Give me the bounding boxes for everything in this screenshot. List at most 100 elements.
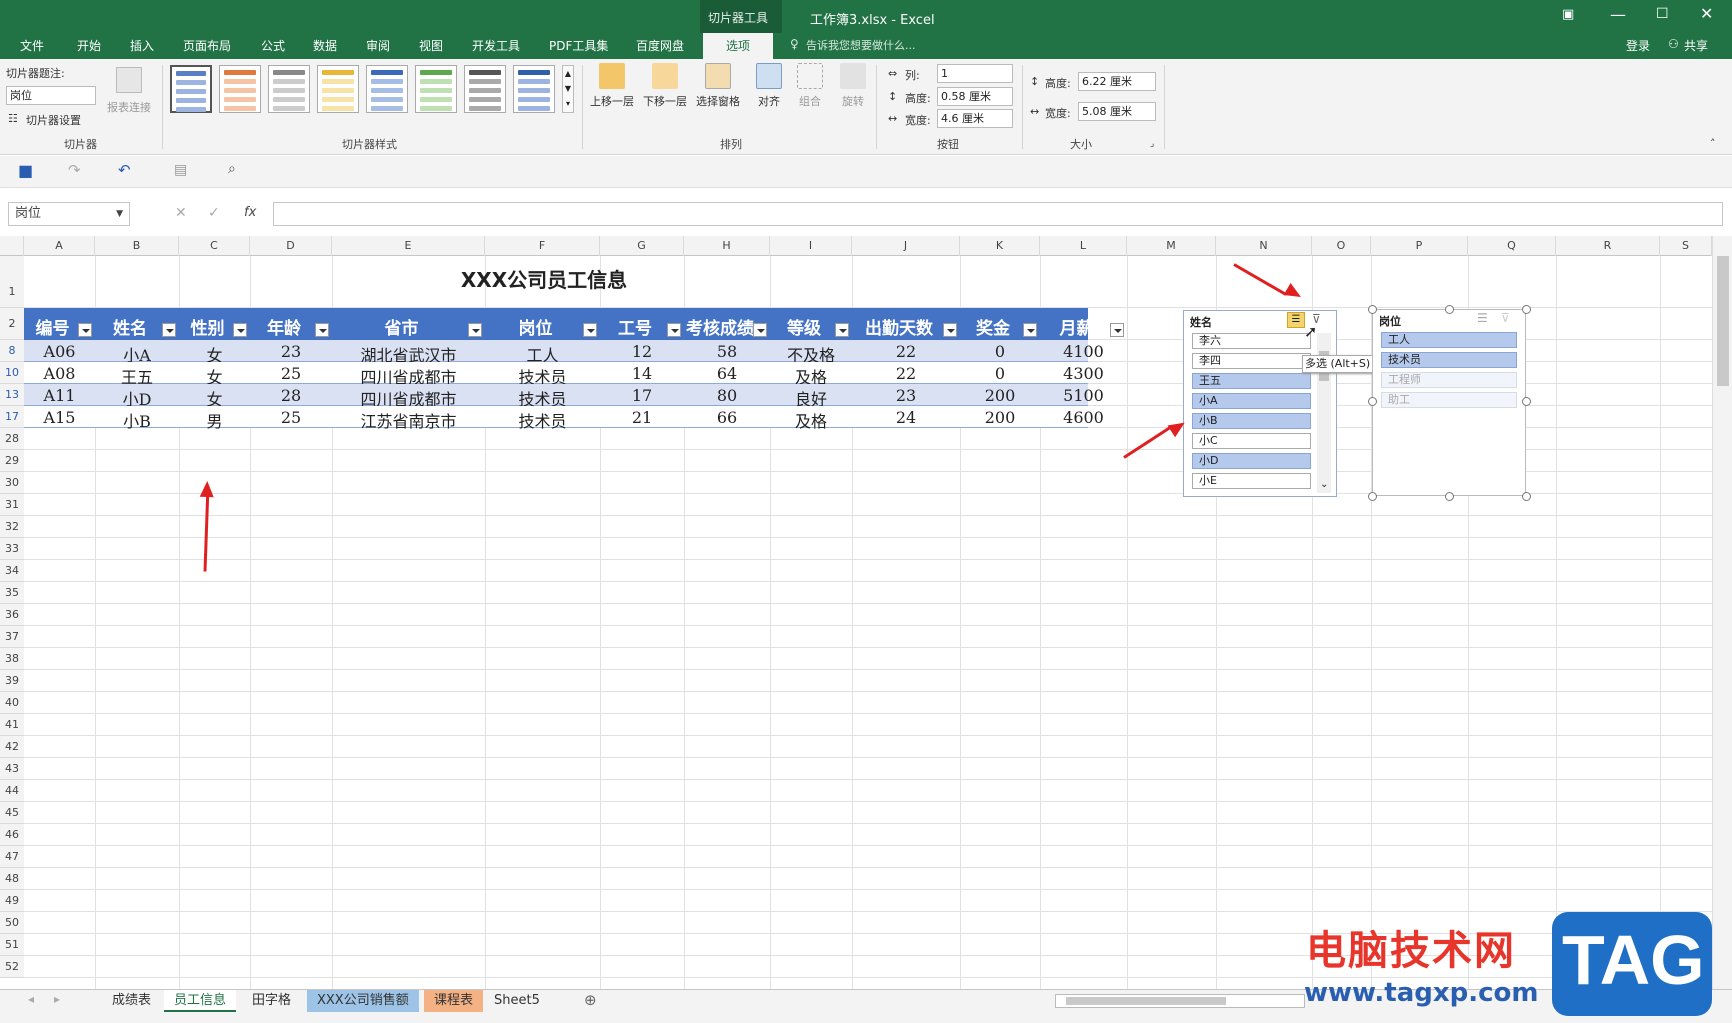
slicer-style-1[interactable]	[170, 65, 212, 113]
save-icon[interactable]: ■	[18, 161, 33, 180]
table-cell[interactable]: 12	[600, 342, 684, 361]
tab-pdf-tools[interactable]: PDF工具集	[549, 37, 608, 54]
prev-sheet-icon[interactable]: ◂	[28, 992, 34, 1006]
slicer_post-item[interactable]: 工人	[1381, 332, 1517, 348]
table-cell[interactable]: 200	[960, 408, 1040, 427]
slicer-style-4[interactable]	[317, 65, 359, 113]
table-cell[interactable]: 4300	[1040, 364, 1127, 383]
insert-function-icon[interactable]: fx	[244, 205, 256, 220]
filter-dropdown-icon[interactable]	[468, 323, 482, 337]
selection-pane-button[interactable]: 选择窗格	[696, 63, 740, 109]
row-header-13[interactable]: 13	[0, 384, 24, 406]
table-cell[interactable]: 28	[250, 386, 332, 405]
slicer_post-item[interactable]: 助工	[1381, 392, 1517, 408]
next-sheet-icon[interactable]: ▸	[54, 992, 60, 1006]
slicer-style-8[interactable]	[513, 65, 555, 113]
report-connections-button[interactable]: 报表连接	[107, 99, 151, 115]
column-header-d[interactable]: D	[250, 236, 332, 256]
row-header-45[interactable]: 45	[0, 802, 24, 824]
name-box[interactable]: 岗位 ▼	[8, 202, 130, 226]
send-backward-button[interactable]: 下移一层	[643, 63, 687, 109]
row-header-37[interactable]: 37	[0, 626, 24, 648]
resize-handle-n[interactable]	[1445, 305, 1454, 314]
tab-data[interactable]: 数据	[313, 37, 337, 54]
resize-handle-se[interactable]	[1522, 492, 1531, 501]
resize-handle-w[interactable]	[1368, 397, 1377, 406]
column-header-h[interactable]: H	[684, 236, 770, 256]
row-header-52[interactable]: 52	[0, 956, 24, 978]
column-header-p[interactable]: P	[1371, 236, 1468, 256]
table-cell[interactable]: 25	[250, 408, 332, 427]
table-cell[interactable]: 17	[600, 386, 684, 405]
row-header-48[interactable]: 48	[0, 868, 24, 890]
column-header-r[interactable]: R	[1556, 236, 1660, 256]
slicer-post[interactable]: 岗位 ☰ ⊽ 工人 技术员 工程师 助工	[1372, 309, 1526, 496]
multi-select-icon-post[interactable]: ☰	[1477, 311, 1488, 325]
table-cell[interactable]: 80	[684, 386, 770, 405]
table-cell[interactable]: 江苏省南京市	[332, 408, 485, 432]
columns-input[interactable]: 1	[937, 64, 1013, 83]
row-header-1[interactable]: 1	[0, 256, 24, 308]
align-button[interactable]: 对齐	[756, 63, 782, 109]
column-header-b[interactable]: B	[95, 236, 179, 256]
table-cell[interactable]: 22	[852, 342, 960, 361]
slicer_post-item[interactable]: 技术员	[1381, 352, 1517, 368]
add-sheet-icon[interactable]: ⊕	[584, 991, 597, 1009]
select-all-corner[interactable]	[0, 236, 24, 256]
row-header-2[interactable]: 2	[0, 308, 24, 340]
row-header-30[interactable]: 30	[0, 472, 24, 494]
tab-file[interactable]: 文件	[20, 37, 44, 54]
share-button[interactable]: 共享	[1684, 37, 1708, 54]
table-cell[interactable]: A11	[24, 386, 95, 405]
resize-handle-nw[interactable]	[1368, 305, 1377, 314]
table-cell[interactable]: 14	[600, 364, 684, 383]
column-header-q[interactable]: Q	[1468, 236, 1556, 256]
table-cell[interactable]: A08	[24, 364, 95, 383]
sheet-tab[interactable]: 员工信息	[164, 990, 237, 1012]
filter-dropdown-icon[interactable]	[78, 323, 92, 337]
row-header-47[interactable]: 47	[0, 846, 24, 868]
filter-dropdown-icon[interactable]	[315, 323, 329, 337]
slicer-style-5[interactable]	[366, 65, 408, 113]
table-cell[interactable]: 22	[852, 364, 960, 383]
undo-icon[interactable]: ↶	[118, 161, 131, 179]
resize-handle-sw[interactable]	[1368, 492, 1377, 501]
row-header-17[interactable]: 17	[0, 406, 24, 428]
tab-insert[interactable]: 插入	[130, 37, 154, 54]
ribbon-display-icon[interactable]: ▣	[1562, 7, 1574, 22]
sheet-tab[interactable]: 田字格	[242, 990, 301, 1012]
slicer_name-item[interactable]: 小E	[1192, 473, 1311, 489]
filter-dropdown-icon[interactable]	[1023, 323, 1037, 337]
resize-handle-e[interactable]	[1522, 397, 1531, 406]
table-cell[interactable]: 5100	[1040, 386, 1127, 405]
table-cell[interactable]: 男	[179, 408, 250, 432]
row-header-33[interactable]: 33	[0, 538, 24, 560]
column-header-m[interactable]: M	[1127, 236, 1216, 256]
slicer_name-item[interactable]: 小A	[1192, 393, 1311, 409]
table-cell[interactable]: 25	[250, 364, 332, 383]
row-header-42[interactable]: 42	[0, 736, 24, 758]
row-header-41[interactable]: 41	[0, 714, 24, 736]
filter-dropdown-icon[interactable]	[1110, 323, 1124, 337]
column-header-c[interactable]: C	[179, 236, 250, 256]
row-header-29[interactable]: 29	[0, 450, 24, 472]
enter-icon[interactable]: ✓	[208, 205, 220, 221]
table-cell[interactable]: A06	[24, 342, 95, 361]
minimize-icon[interactable]: —	[1610, 5, 1626, 24]
formula-input[interactable]	[273, 202, 1723, 226]
tell-me-search[interactable]: 告诉我您想要做什么...	[806, 37, 916, 53]
filter-dropdown-icon[interactable]	[162, 323, 176, 337]
row-header-44[interactable]: 44	[0, 780, 24, 802]
size-dialog-launcher-icon[interactable]: ⌟	[1150, 139, 1154, 149]
sheet-tab[interactable]: XXX公司销售额	[307, 990, 419, 1012]
filter-dropdown-icon[interactable]	[835, 323, 849, 337]
tab-developer[interactable]: 开发工具	[472, 37, 520, 54]
cancel-icon[interactable]: ✕	[175, 205, 187, 221]
table-cell[interactable]: 0	[960, 364, 1040, 383]
tab-page-layout[interactable]: 页面布局	[183, 37, 231, 54]
slicer_name-item[interactable]: 李四	[1192, 353, 1311, 369]
login-link[interactable]: 登录	[1626, 37, 1650, 54]
tab-home[interactable]: 开始	[77, 37, 101, 54]
slicer-style-3[interactable]	[268, 65, 310, 113]
size-height-input[interactable]: 6.22 厘米	[1078, 72, 1156, 91]
